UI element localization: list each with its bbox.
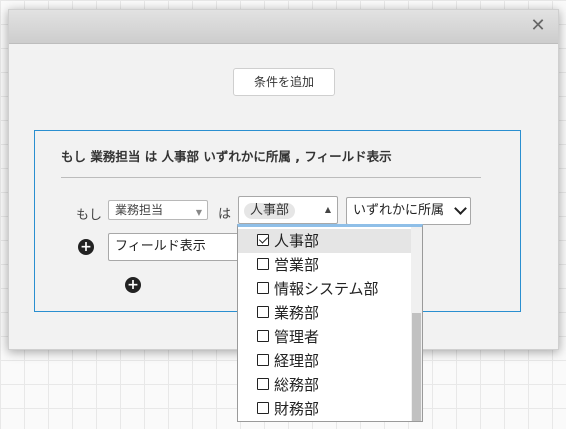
dropdown-scrollbar[interactable] (411, 227, 422, 421)
if-label: もし (76, 208, 103, 223)
dropdown-item[interactable]: 人事部 (238, 229, 412, 253)
add-condition-row-icon[interactable]: + (78, 239, 94, 255)
condition-summary: もし 業務担当 は 人事部 いずれかに所属 , フィールド表示 (61, 149, 392, 164)
action-select-value: フィールド表示 (115, 239, 206, 254)
field-select-value: 業務担当 (115, 203, 164, 217)
caret-down-icon: ▼ (195, 208, 202, 217)
checkbox-icon[interactable] (257, 282, 269, 294)
dropdown-item-label: 人事部 (274, 232, 320, 250)
field-select[interactable]: 業務担当 ▼ (108, 200, 208, 220)
add-action-icon[interactable]: + (125, 277, 141, 293)
dropdown-item[interactable]: 情報システム部 (238, 277, 412, 301)
dropdown-item[interactable]: 管理者 (238, 325, 412, 349)
dropdown-item-label: 総務部 (274, 376, 320, 394)
checkbox-icon[interactable] (257, 306, 269, 318)
value-dropdown-list: 人事部 営業部 情報システム部 業務部 管理者 経理部 総務部 財務部 (237, 224, 423, 422)
checkbox-icon[interactable] (257, 378, 269, 390)
is-label: は (218, 207, 232, 222)
dropdown-item[interactable]: 財務部 (238, 397, 412, 421)
dropdown-item[interactable]: 経理部 (238, 349, 412, 373)
dropdown-item-label: 営業部 (274, 256, 320, 274)
checkbox-icon[interactable] (257, 330, 269, 342)
dropdown-item-label: 経理部 (274, 352, 320, 370)
checkbox-icon[interactable] (257, 402, 269, 414)
dropdown-item-label: 管理者 (274, 328, 320, 346)
add-condition-button[interactable]: 条件を追加 (233, 68, 335, 96)
checkbox-checked-icon[interactable] (257, 234, 269, 246)
dropdown-item[interactable]: 総務部 (238, 373, 412, 397)
dropdown-item-label: 情報システム部 (274, 280, 379, 298)
value-multiselect[interactable]: 人事部 ▲ (238, 196, 338, 224)
divider (61, 177, 481, 178)
selected-value-chip[interactable]: 人事部 (244, 203, 296, 219)
caret-up-icon: ▲ (324, 205, 331, 214)
dialog-header: ✕ (9, 10, 558, 44)
action-select[interactable]: フィールド表示 (108, 233, 248, 261)
checkbox-icon[interactable] (257, 258, 269, 270)
dropdown-item-label: 財務部 (274, 400, 320, 418)
operator-select[interactable]: いずれかに所属 (346, 197, 471, 225)
dropdown-item[interactable]: 営業部 (238, 253, 412, 277)
close-icon[interactable]: ✕ (528, 16, 548, 36)
dropdown-item-label: 業務部 (274, 304, 320, 322)
checkbox-icon[interactable] (257, 354, 269, 366)
dropdown-item[interactable]: 業務部 (238, 301, 412, 325)
scrollbar-thumb[interactable] (412, 313, 421, 421)
operator-select-value: いずれかに所属 (353, 203, 445, 218)
chevron-down-icon (454, 202, 467, 215)
